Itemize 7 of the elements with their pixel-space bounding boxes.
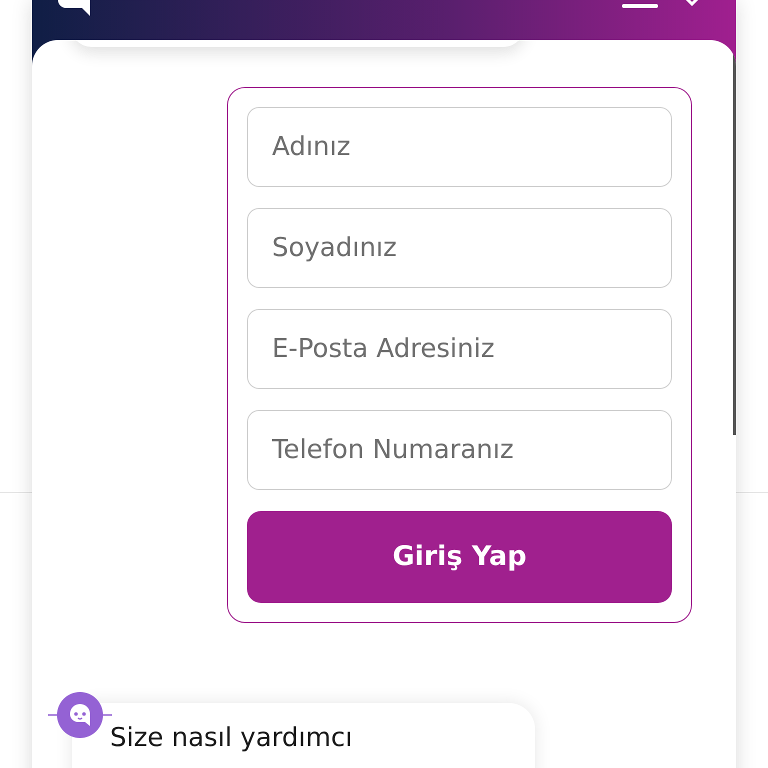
message-text: Size nasıl yardımcı — [110, 722, 352, 753]
input-field[interactable]: Adınız — [247, 106, 672, 187]
menu-icon[interactable] — [622, 2, 658, 10]
input-field[interactable]: Telefon Numaranız — [247, 410, 672, 490]
input-field[interactable]: Soyadınız — [247, 208, 672, 288]
input-field[interactable]: E-Posta Adresiniz — [247, 308, 672, 389]
submit-button[interactable]: Giriş Yap — [247, 510, 672, 603]
